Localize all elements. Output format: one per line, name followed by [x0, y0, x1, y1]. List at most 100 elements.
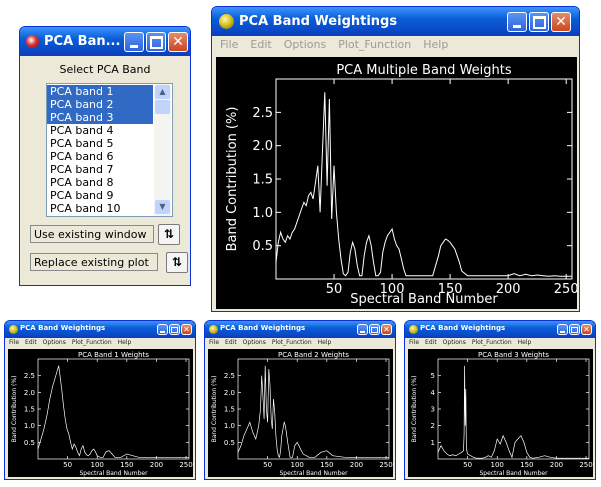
minimize-button[interactable]: [357, 324, 368, 335]
menu-options[interactable]: Options: [284, 38, 326, 56]
menu-file[interactable]: File: [209, 339, 219, 349]
chart-title: PCA Band 2 Weights: [278, 351, 349, 359]
band-list-item[interactable]: PCA band 4: [47, 124, 153, 137]
x-tick-label: 200: [350, 461, 363, 469]
band-list-item[interactable]: PCA band 10: [47, 202, 153, 215]
plot-mode-selector[interactable]: Replace existing plot ⇅: [30, 252, 190, 274]
y-axis-label: Band Contribution (%): [211, 376, 218, 443]
minimize-icon: [560, 330, 565, 333]
scroll-down-button[interactable]: ▼: [155, 200, 170, 214]
band-listbox[interactable]: PCA band 1 PCA band 2 PCA band 3 PCA band 4…: [46, 83, 173, 217]
menu-edit[interactable]: Edit: [25, 339, 37, 349]
plot-mode-toggle-button[interactable]: ⇅: [166, 252, 188, 273]
idl-app-icon: [9, 325, 18, 334]
minimize-button[interactable]: [157, 324, 168, 335]
close-button[interactable]: ✕: [551, 12, 571, 32]
menu-plot-function[interactable]: Plot_Function: [272, 339, 312, 349]
close-icon: ✕: [172, 34, 184, 50]
window-mode-toggle-button[interactable]: ⇅: [158, 224, 180, 245]
band-list-item[interactable]: PCA band 9: [47, 189, 153, 202]
band-3-weightings-window: PCA Band Weightings ✕ File Edit Options …: [404, 320, 596, 480]
maximize-button[interactable]: [369, 324, 380, 335]
menu-plot-function[interactable]: Plot_Function: [472, 339, 512, 349]
selector-title-bar[interactable]: PCA Ban... ✕: [20, 27, 190, 56]
close-button[interactable]: ✕: [168, 32, 188, 52]
band-list-item[interactable]: PCA band 1: [47, 85, 153, 98]
window-mode-selector[interactable]: Use existing window ⇅: [30, 224, 190, 246]
menu-help[interactable]: Help: [518, 339, 532, 349]
menu-options[interactable]: Options: [243, 339, 266, 349]
band-list-item[interactable]: PCA band 2: [47, 98, 153, 111]
y-tick-label: 2.0: [252, 139, 273, 154]
small-title-bar[interactable]: PCA Band Weightings ✕: [205, 321, 395, 338]
menu-plot-function[interactable]: Plot_Function: [338, 38, 411, 56]
band-list-item[interactable]: PCA band 5: [47, 137, 153, 150]
menu-file[interactable]: File: [9, 339, 19, 349]
band-list-item[interactable]: PCA band 7: [47, 163, 153, 176]
small-title-bar[interactable]: PCA Band Weightings ✕: [405, 321, 595, 338]
minimize-button[interactable]: [507, 12, 527, 32]
maximize-button[interactable]: [529, 12, 549, 32]
close-button[interactable]: ✕: [581, 324, 592, 335]
menu-options[interactable]: Options: [443, 339, 466, 349]
series-line: [237, 365, 389, 459]
listbox-scrollbar[interactable]: ▲ ▼: [154, 84, 171, 216]
maximize-button[interactable]: [569, 324, 580, 335]
menu-file[interactable]: File: [220, 38, 238, 56]
plot-frame: [437, 358, 590, 460]
band-list-item[interactable]: PCA band 3: [47, 111, 153, 124]
x-tick-label: 200: [550, 461, 563, 469]
scroll-thumb[interactable]: [155, 100, 170, 114]
y-tick-label: 2.5: [24, 372, 35, 380]
small-title-bar[interactable]: PCA Band Weightings ✕: [5, 321, 195, 338]
minimize-button[interactable]: [557, 324, 568, 335]
minimize-icon: [513, 24, 521, 28]
y-tick-label: 1.0: [224, 422, 235, 430]
series-line: [437, 365, 589, 459]
menu-options[interactable]: Options: [43, 339, 66, 349]
y-tick-label: 5: [431, 372, 435, 380]
main-plot-area: PCA Multiple Band Weights 50 100 150 200 250 0…: [216, 57, 577, 309]
y-tick-label: 2: [431, 422, 435, 430]
x-tick-label: 200: [150, 461, 163, 469]
scroll-up-button[interactable]: ▲: [155, 85, 170, 99]
menu-help[interactable]: Help: [118, 339, 132, 349]
chart-title: PCA Band 1 Weights: [78, 351, 149, 359]
y-tick-label: 0.5: [224, 439, 235, 447]
close-button[interactable]: ✕: [181, 324, 192, 335]
y-axis-label: Band Contribution (%): [11, 376, 18, 443]
minimize-button[interactable]: [124, 32, 144, 52]
close-icon: ✕: [583, 325, 590, 334]
maximize-button[interactable]: [169, 324, 180, 335]
main-title-bar[interactable]: PCA Band Weightings ✕: [212, 7, 579, 36]
band-3-plot-area: PCA Band 3 Weights 50 100 150 200 250 1 2 3 4 5 Spe…: [408, 349, 593, 477]
window-mode-label: Use existing window: [30, 225, 154, 243]
close-button[interactable]: ✕: [381, 324, 392, 335]
x-tick-label: 50: [263, 461, 272, 469]
menu-file[interactable]: File: [409, 339, 419, 349]
small-menu-bar: File Edit Options Plot_Function Help: [205, 339, 395, 349]
x-tick-label: 150: [520, 461, 533, 469]
maximize-button[interactable]: [146, 32, 166, 52]
band-1-weights-chart: PCA Band 1 Weights 50 100 150 200 250 0.5 1.0 1.…: [11, 351, 193, 477]
menu-edit[interactable]: Edit: [225, 339, 237, 349]
menu-help[interactable]: Help: [318, 339, 332, 349]
x-tick-label: 250: [579, 461, 592, 469]
menu-edit[interactable]: Edit: [250, 38, 271, 56]
x-axis-label: Spectral Band Number: [479, 470, 548, 477]
x-axis-label: Spectral Band Number: [350, 292, 498, 307]
menu-help[interactable]: Help: [423, 38, 448, 56]
toggle-arrows-icon: ⇅: [163, 227, 175, 241]
minimize-icon: [360, 330, 365, 333]
maximize-icon: [149, 35, 163, 49]
selector-window-title: PCA Ban...: [44, 34, 121, 49]
y-axis-label: Band Contribution (%): [411, 376, 418, 443]
band-list-item[interactable]: PCA band 8: [47, 176, 153, 189]
close-icon: ✕: [555, 14, 567, 30]
menu-plot-function[interactable]: Plot_Function: [72, 339, 112, 349]
menu-edit[interactable]: Edit: [425, 339, 437, 349]
band-list-item[interactable]: PCA band 6: [47, 150, 153, 163]
y-tick-label: 2.5: [252, 106, 273, 121]
x-tick-label: 50: [463, 461, 472, 469]
main-menu-bar: File Edit Options Plot_Function Help: [212, 38, 579, 56]
